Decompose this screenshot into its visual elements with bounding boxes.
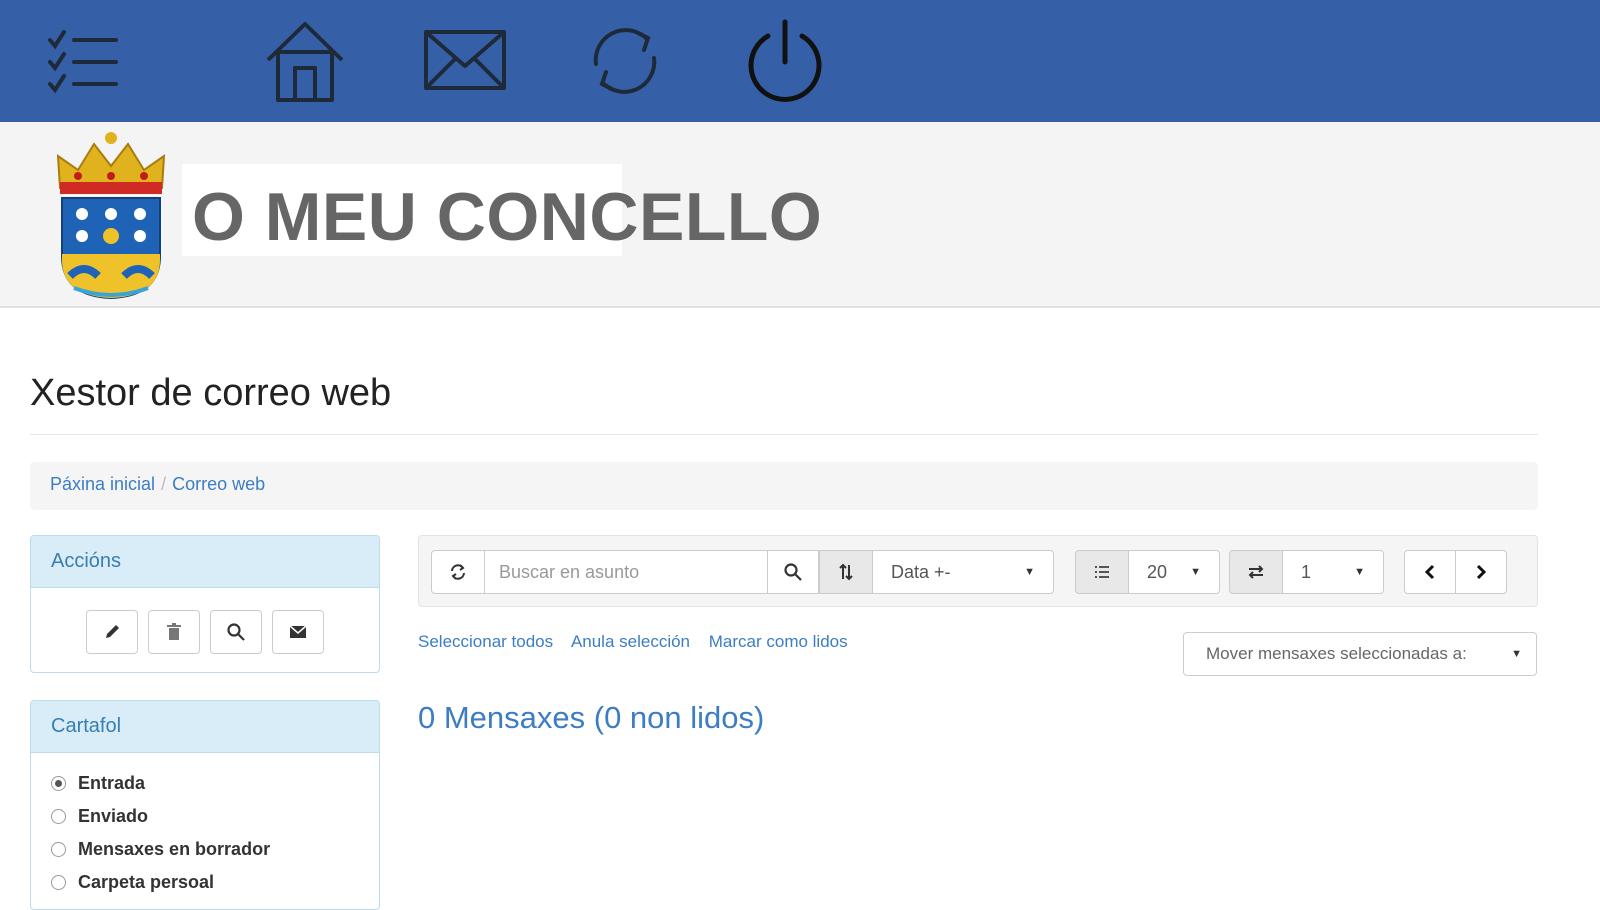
radio-button[interactable] (51, 776, 66, 791)
coat-of-arms-logo (50, 126, 172, 302)
chevron-down-icon: ▼ (1024, 566, 1035, 578)
per-page-label (1075, 550, 1129, 594)
actions-panel-heading: Accións (31, 536, 379, 588)
page-select[interactable]: 1 ▼ (1282, 550, 1384, 594)
chevron-down-icon: ▼ (1190, 566, 1201, 578)
chevron-down-icon: ▼ (1511, 648, 1522, 660)
folder-option-inbox[interactable]: Entrada (51, 767, 359, 800)
sort-select[interactable]: Data +- ▼ (872, 550, 1054, 594)
radio-button[interactable] (51, 842, 66, 857)
chevron-left-icon (1424, 564, 1435, 580)
folder-panel-heading: Cartafol (31, 701, 379, 753)
folder-panel: Cartafol Entrada Enviado Mensaxes en bor… (30, 700, 380, 910)
delete-button[interactable] (148, 610, 200, 654)
search-icon (227, 623, 245, 641)
folder-option-label: Entrada (78, 773, 146, 793)
subject-search-field[interactable] (484, 550, 768, 594)
next-page-button[interactable] (1455, 550, 1507, 594)
subject-search-input[interactable] (485, 551, 767, 593)
folder-option-label: Enviado (78, 806, 149, 826)
breadcrumb-webmail-link[interactable]: Correo web (172, 474, 265, 494)
move-messages-placeholder: Mover mensaxes seleccionadas a: (1206, 644, 1467, 663)
refresh-list-button[interactable] (431, 550, 485, 594)
chevron-right-icon (1476, 564, 1487, 580)
site-header: O MEU CONCELLO (0, 122, 1600, 308)
move-messages-select[interactable]: Mover mensaxes seleccionadas a: ▼ (1183, 632, 1537, 676)
search-submit-button[interactable] (767, 550, 819, 594)
folder-option-drafts[interactable]: Mensaxes en borrador (51, 833, 359, 866)
pencil-icon (106, 625, 119, 638)
actions-panel: Accións (30, 535, 380, 673)
mail-toolbar: Data +-▼ 20▼ 1▼ (418, 535, 1538, 607)
sort-select-value: Data +- (891, 561, 951, 582)
message-count: 0 Mensaxes (0 non lidos) (418, 700, 765, 735)
top-navigation-bar (0, 0, 1600, 122)
folder-option-sent[interactable]: Enviado (51, 800, 359, 833)
envelope-icon (289, 625, 307, 638)
title-divider (30, 434, 1538, 435)
swap-arrows-icon (1248, 565, 1264, 579)
checklist-menu-icon[interactable] (42, 16, 128, 106)
selection-links: Seleccionar todos Anula selección Marcar… (418, 632, 862, 652)
refresh-icon (451, 564, 465, 580)
sort-order-button[interactable] (819, 550, 873, 594)
page-title: Xestor de correo web (30, 372, 392, 414)
per-page-value: 20 (1147, 561, 1168, 582)
radio-button[interactable] (51, 875, 66, 890)
mail-icon[interactable] (422, 16, 508, 106)
compose-button[interactable] (86, 610, 138, 654)
search-button[interactable] (210, 610, 262, 654)
refresh-icon[interactable] (582, 16, 668, 106)
folder-option-personal[interactable]: Carpeta persoal (51, 866, 359, 899)
folder-option-label: Mensaxes en borrador (78, 839, 271, 859)
home-icon[interactable] (262, 16, 348, 106)
radio-button[interactable] (51, 809, 66, 824)
folder-option-label: Carpeta persoal (78, 872, 215, 892)
site-title: O MEU CONCELLO (192, 179, 823, 255)
trash-icon (167, 623, 181, 640)
power-icon[interactable] (742, 16, 828, 106)
search-icon (784, 563, 802, 581)
breadcrumb-separator: / (161, 474, 167, 494)
previous-page-button[interactable] (1404, 550, 1456, 594)
clear-selection-link[interactable]: Anula selección (571, 632, 690, 651)
sort-arrows-icon (839, 563, 853, 581)
breadcrumb-home-link[interactable]: Páxina inicial (50, 474, 155, 494)
envelope-button[interactable] (272, 610, 324, 654)
breadcrumb: Páxina inicial / Correo web (30, 462, 1538, 510)
list-icon (1095, 566, 1109, 578)
select-all-link[interactable]: Seleccionar todos (418, 632, 553, 651)
page-label (1229, 550, 1283, 594)
per-page-select[interactable]: 20 ▼ (1128, 550, 1220, 594)
chevron-down-icon: ▼ (1354, 566, 1365, 578)
page-value: 1 (1301, 561, 1312, 582)
mark-read-link[interactable]: Marcar como lidos (709, 632, 848, 651)
